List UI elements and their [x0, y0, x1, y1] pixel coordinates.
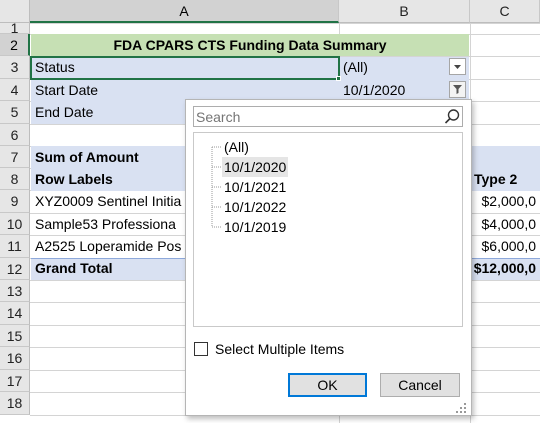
filter-item[interactable]: 10/1/2021 [224, 177, 286, 197]
pivot-row-value: $6,000,0 [481, 238, 537, 254]
filter-value-status[interactable]: (All) [339, 56, 449, 79]
filter-dropdown-icon[interactable] [449, 58, 466, 75]
row-header-9[interactable]: 9 [0, 190, 30, 213]
pivot-row-value: $2,000,0 [481, 193, 537, 209]
search-icon [444, 109, 460, 124]
filter-item-selected[interactable]: 10/1/2020 [222, 157, 289, 177]
row-header-6[interactable]: 6 [0, 124, 30, 146]
summary-title: FDA CPARS CTS Funding Data Summary [31, 34, 469, 56]
row-header-10[interactable]: 10 [0, 213, 30, 235]
gridline-horizontal [30, 23, 540, 24]
fill-handle[interactable] [336, 76, 341, 81]
select-multiple-label: Select Multiple Items [215, 341, 345, 357]
select-multiple-checkbox[interactable] [194, 342, 208, 356]
filter-active-icon[interactable] [449, 81, 466, 98]
column-header-a[interactable]: A [30, 0, 339, 23]
row-header-17[interactable]: 17 [0, 370, 30, 392]
search-box[interactable] [193, 106, 463, 127]
filter-item[interactable]: 10/1/2019 [224, 217, 286, 237]
row-header-2[interactable]: 2 [0, 34, 30, 56]
row-header-5[interactable]: 5 [0, 101, 30, 124]
column-header-b[interactable]: B [339, 0, 470, 23]
ok-button[interactable]: OK [288, 373, 367, 397]
filter-dropdown-panel: (All) 10/1/2020 10/1/2021 10/1/2022 10/1… [185, 99, 472, 416]
filter-item-list[interactable]: (All) 10/1/2020 10/1/2021 10/1/2022 10/1… [193, 132, 463, 327]
row-header-13[interactable]: 13 [0, 280, 30, 302]
row-header-14[interactable]: 14 [0, 302, 30, 325]
filter-value-start-date[interactable]: 10/1/2020 [339, 79, 449, 101]
tree-connector-lines [211, 146, 221, 228]
row-header-12[interactable]: 12 [0, 258, 30, 280]
cancel-button[interactable]: Cancel [380, 373, 460, 397]
filter-item[interactable]: 10/1/2022 [224, 197, 286, 217]
resize-grip-icon[interactable] [456, 401, 468, 413]
active-cell-border [30, 56, 340, 80]
row-header-1[interactable]: 1 [0, 21, 30, 35]
row-header-11[interactable]: 11 [0, 235, 30, 258]
filter-label-start-date: Start Date [35, 82, 99, 98]
row-header-18[interactable]: 18 [0, 392, 30, 415]
type2-header: Type 2 [474, 171, 518, 187]
search-input[interactable] [194, 107, 436, 126]
row-header-4[interactable]: 4 [0, 79, 30, 101]
grand-total-value: $12,000,0 [473, 260, 536, 276]
filter-item-all[interactable]: (All) [224, 137, 249, 157]
pivot-row-value: $4,000,0 [481, 216, 537, 232]
row-header-3[interactable]: 3 [0, 56, 30, 79]
row-header-16[interactable]: 16 [0, 347, 30, 370]
column-header-c[interactable]: C [470, 0, 540, 23]
row-header-15[interactable]: 15 [0, 325, 30, 347]
row-header-7[interactable]: 7 [0, 146, 30, 168]
row-header-8[interactable]: 8 [0, 168, 30, 190]
